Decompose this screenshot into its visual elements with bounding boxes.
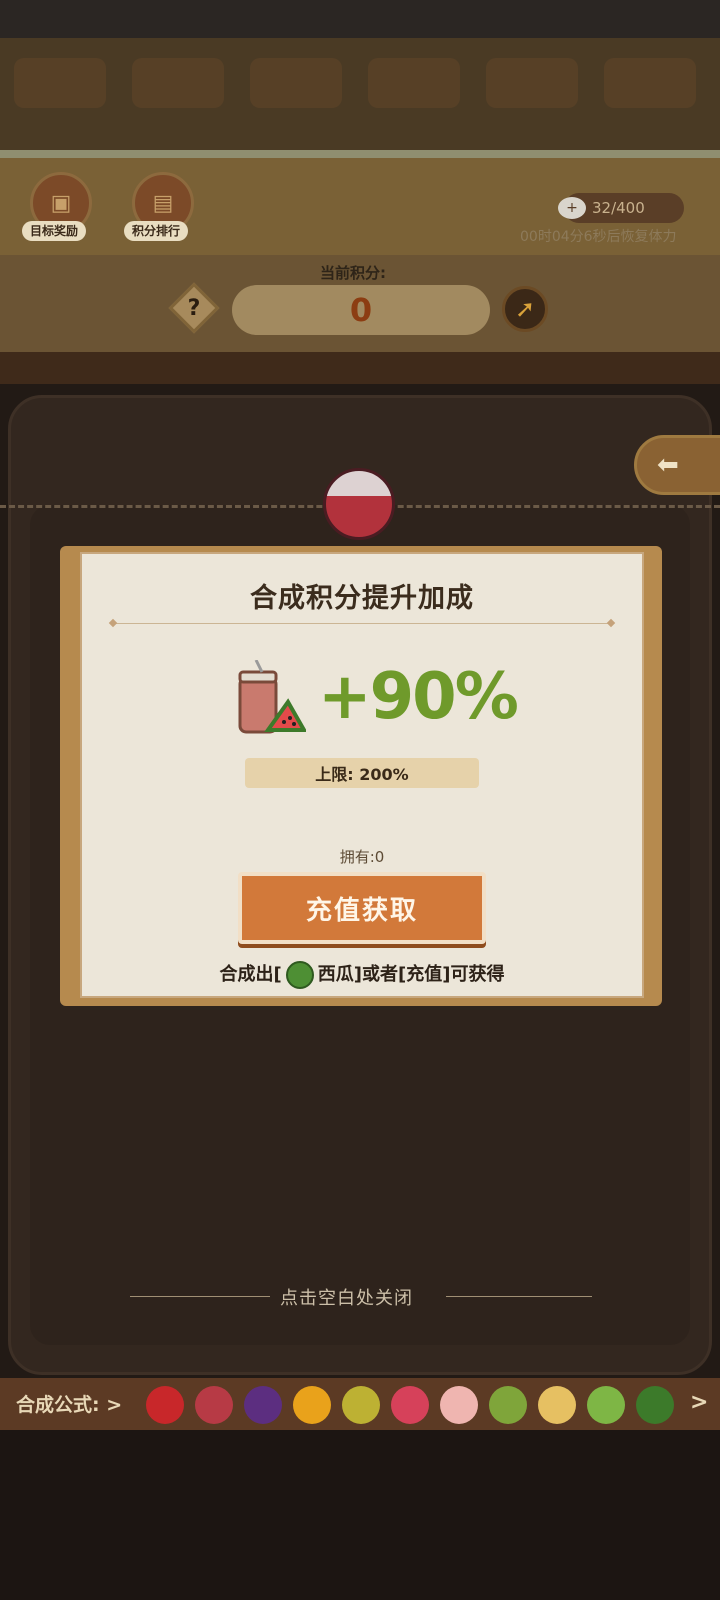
next-fruit-lychee — [323, 468, 395, 540]
bonus-percent: +90% — [318, 660, 519, 734]
bottom-area — [0, 1430, 720, 1600]
formula-label-text: 合成公式: — [16, 1394, 100, 1416]
stamina-counter[interactable]: + 32/400 — [558, 193, 684, 223]
goal-reward-label: 目标奖励 — [22, 221, 87, 241]
fruit-lemon-icon — [342, 1386, 380, 1424]
fruit-watermelon-icon — [636, 1386, 674, 1424]
shelf-slot — [604, 58, 696, 108]
stamina-value: 32/400 — [592, 199, 645, 217]
chevron-right-icon[interactable]: > — [690, 1390, 708, 1415]
panel-bottom-edge — [0, 352, 720, 384]
stamina-add-icon: + — [558, 197, 586, 219]
fruit-cherry-icon — [146, 1386, 184, 1424]
source-suffix: 西瓜]或者[充值]可获得 — [317, 964, 505, 985]
shelf-slot — [486, 58, 578, 108]
back-button[interactable]: ⬅ — [634, 435, 720, 495]
recharge-button[interactable]: 充值获取 — [238, 872, 486, 944]
question-icon: ? — [187, 295, 201, 321]
hint-line-right — [446, 1296, 592, 1297]
owned-count: 拥有:0 — [339, 848, 385, 866]
dialog-title: 合成积分提升加成 — [250, 583, 474, 614]
score-rank-label: 积分排行 — [124, 221, 189, 241]
shelf-slot — [14, 58, 106, 108]
status-strip — [0, 0, 720, 38]
current-score-label: 当前积分: — [320, 264, 386, 282]
chevron-right-icon: > — [106, 1394, 123, 1416]
hint-line-left — [130, 1296, 270, 1297]
close-hint[interactable]: 点击空白处关闭 — [280, 1284, 413, 1310]
fruit-melon-icon — [587, 1386, 625, 1424]
bonus-limit: 上限: 200% — [245, 758, 479, 788]
scroll-icon: ▤ — [152, 190, 174, 216]
arrow-up-icon: ➚ — [514, 295, 536, 323]
shelf-slot — [368, 58, 460, 108]
fruit-kiwi-icon — [489, 1386, 527, 1424]
source-prefix: 合成出[ — [219, 964, 282, 985]
formula-label[interactable]: 合成公式: > — [16, 1390, 122, 1417]
stamina-recover-text: 00时04分6秒后恢复体力 — [520, 229, 677, 245]
title-divider — [115, 623, 609, 624]
shelf-slot — [250, 58, 342, 108]
shelf-slot — [132, 58, 224, 108]
header-divider — [0, 150, 720, 158]
fruit-orange-icon — [293, 1386, 331, 1424]
fruit-lychee-icon — [195, 1386, 233, 1424]
boost-button[interactable]: ➚ — [502, 286, 548, 332]
fruit-mango-icon — [538, 1386, 576, 1424]
source-hint: 合成出[ 西瓜]或者[充值]可获得 — [80, 960, 644, 989]
fruit-grape-icon — [244, 1386, 282, 1424]
watermelon-juice-icon — [236, 659, 308, 740]
watermelon-icon — [285, 961, 314, 989]
chest-icon: ▣ — [50, 190, 72, 216]
fruit-peach-icon — [440, 1386, 478, 1424]
current-score-value: 0 — [232, 285, 490, 335]
back-arrow-icon: ⬅ — [657, 450, 679, 480]
fruit-apple-icon — [391, 1386, 429, 1424]
